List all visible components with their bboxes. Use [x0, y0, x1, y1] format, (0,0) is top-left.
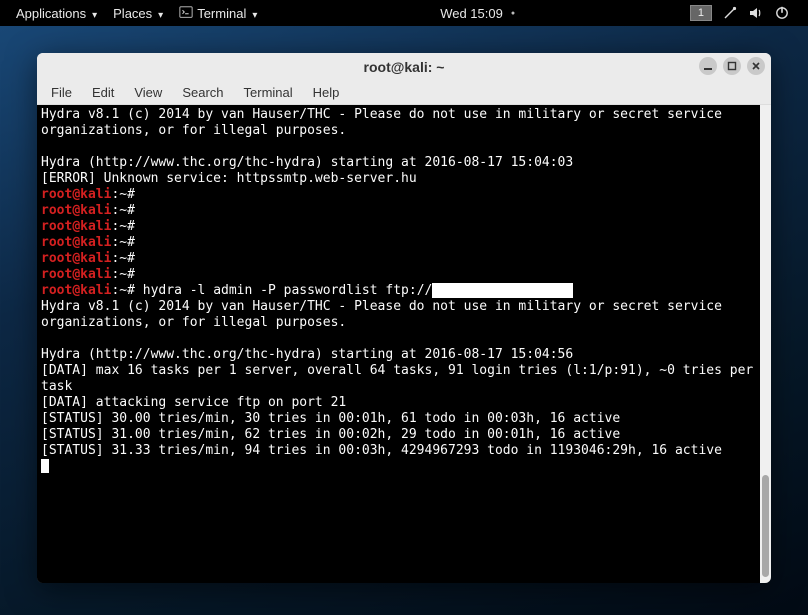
gnome-topbar: Applications Places Terminal Wed 15:09 1 — [0, 0, 808, 26]
minimize-button[interactable] — [699, 57, 717, 75]
terminal-viewport[interactable]: Hydra v8.1 (c) 2014 by van Hauser/THC - … — [37, 105, 760, 583]
menu-file[interactable]: File — [43, 83, 80, 102]
caret-down-icon — [90, 6, 97, 21]
terminal-line: Hydra (http://www.thc.org/thc-hydra) sta… — [41, 347, 756, 363]
workspace-badge[interactable]: 1 — [690, 5, 712, 21]
terminal-line: Hydra (http://www.thc.org/thc-hydra) sta… — [41, 155, 756, 171]
terminal-line: [DATA] attacking service ftp on port 21 — [41, 395, 756, 411]
terminal-line: Hydra v8.1 (c) 2014 by van Hauser/THC - … — [41, 107, 756, 139]
caret-down-icon — [156, 6, 163, 21]
menu-edit[interactable]: Edit — [84, 83, 122, 102]
maximize-button[interactable] — [723, 57, 741, 75]
menu-terminal[interactable]: Terminal — [236, 83, 301, 102]
terminal-prompt-line: root@kali:~# — [41, 235, 756, 251]
terminal-line: [DATA] max 16 tasks per 1 server, overal… — [41, 363, 756, 395]
window-titlebar[interactable]: root@kali: ~ — [37, 53, 771, 81]
topbar-applications[interactable]: Applications — [8, 6, 105, 21]
terminal-cursor-line — [41, 459, 756, 476]
topbar-clock-label: Wed 15:09 — [440, 6, 503, 21]
terminal-prompt-line: root@kali:~# — [41, 203, 756, 219]
terminal-line: [STATUS] 30.00 tries/min, 30 tries in 00… — [41, 411, 756, 427]
terminal-line: [STATUS] 31.00 tries/min, 62 tries in 00… — [41, 427, 756, 443]
topbar-clock[interactable]: Wed 15:09 — [432, 6, 523, 21]
terminal-line: [STATUS] 31.33 tries/min, 94 tries in 00… — [41, 443, 756, 459]
topbar-terminal-label: Terminal — [197, 6, 246, 21]
menu-view[interactable]: View — [126, 83, 170, 102]
topbar-places-label: Places — [113, 6, 152, 21]
menu-help[interactable]: Help — [305, 83, 348, 102]
window-menubar: File Edit View Search Terminal Help — [37, 81, 771, 105]
topbar-applications-label: Applications — [16, 6, 86, 21]
cursor-icon — [41, 459, 49, 473]
power-icon[interactable] — [774, 5, 790, 21]
scrollbar[interactable] — [760, 105, 771, 583]
scrollbar-thumb[interactable] — [762, 475, 769, 577]
terminal-prompt-line: root@kali:~# — [41, 187, 756, 203]
terminal-line: Hydra v8.1 (c) 2014 by van Hauser/THC - … — [41, 299, 756, 331]
redacted-text — [432, 283, 573, 298]
terminal-prompt-line: root@kali:~# hydra -l admin -P passwordl… — [41, 283, 756, 299]
terminal-line — [41, 139, 756, 155]
terminal-window: root@kali: ~ File Edit View Search Termi… — [37, 53, 771, 583]
terminal-line — [41, 331, 756, 347]
close-button[interactable] — [747, 57, 765, 75]
caret-down-icon — [250, 6, 257, 21]
window-title: root@kali: ~ — [364, 59, 445, 75]
topbar-places[interactable]: Places — [105, 6, 171, 21]
terminal-prompt-line: root@kali:~# — [41, 219, 756, 235]
terminal-icon — [179, 5, 193, 22]
terminal-prompt-line: root@kali:~# — [41, 267, 756, 283]
terminal-line: [ERROR] Unknown service: httpssmtp.web-s… — [41, 171, 756, 187]
topbar-terminal[interactable]: Terminal — [171, 5, 265, 22]
terminal-prompt-line: root@kali:~# — [41, 251, 756, 267]
volume-icon[interactable] — [748, 5, 764, 21]
menu-search[interactable]: Search — [174, 83, 231, 102]
recording-icon[interactable] — [722, 5, 738, 21]
